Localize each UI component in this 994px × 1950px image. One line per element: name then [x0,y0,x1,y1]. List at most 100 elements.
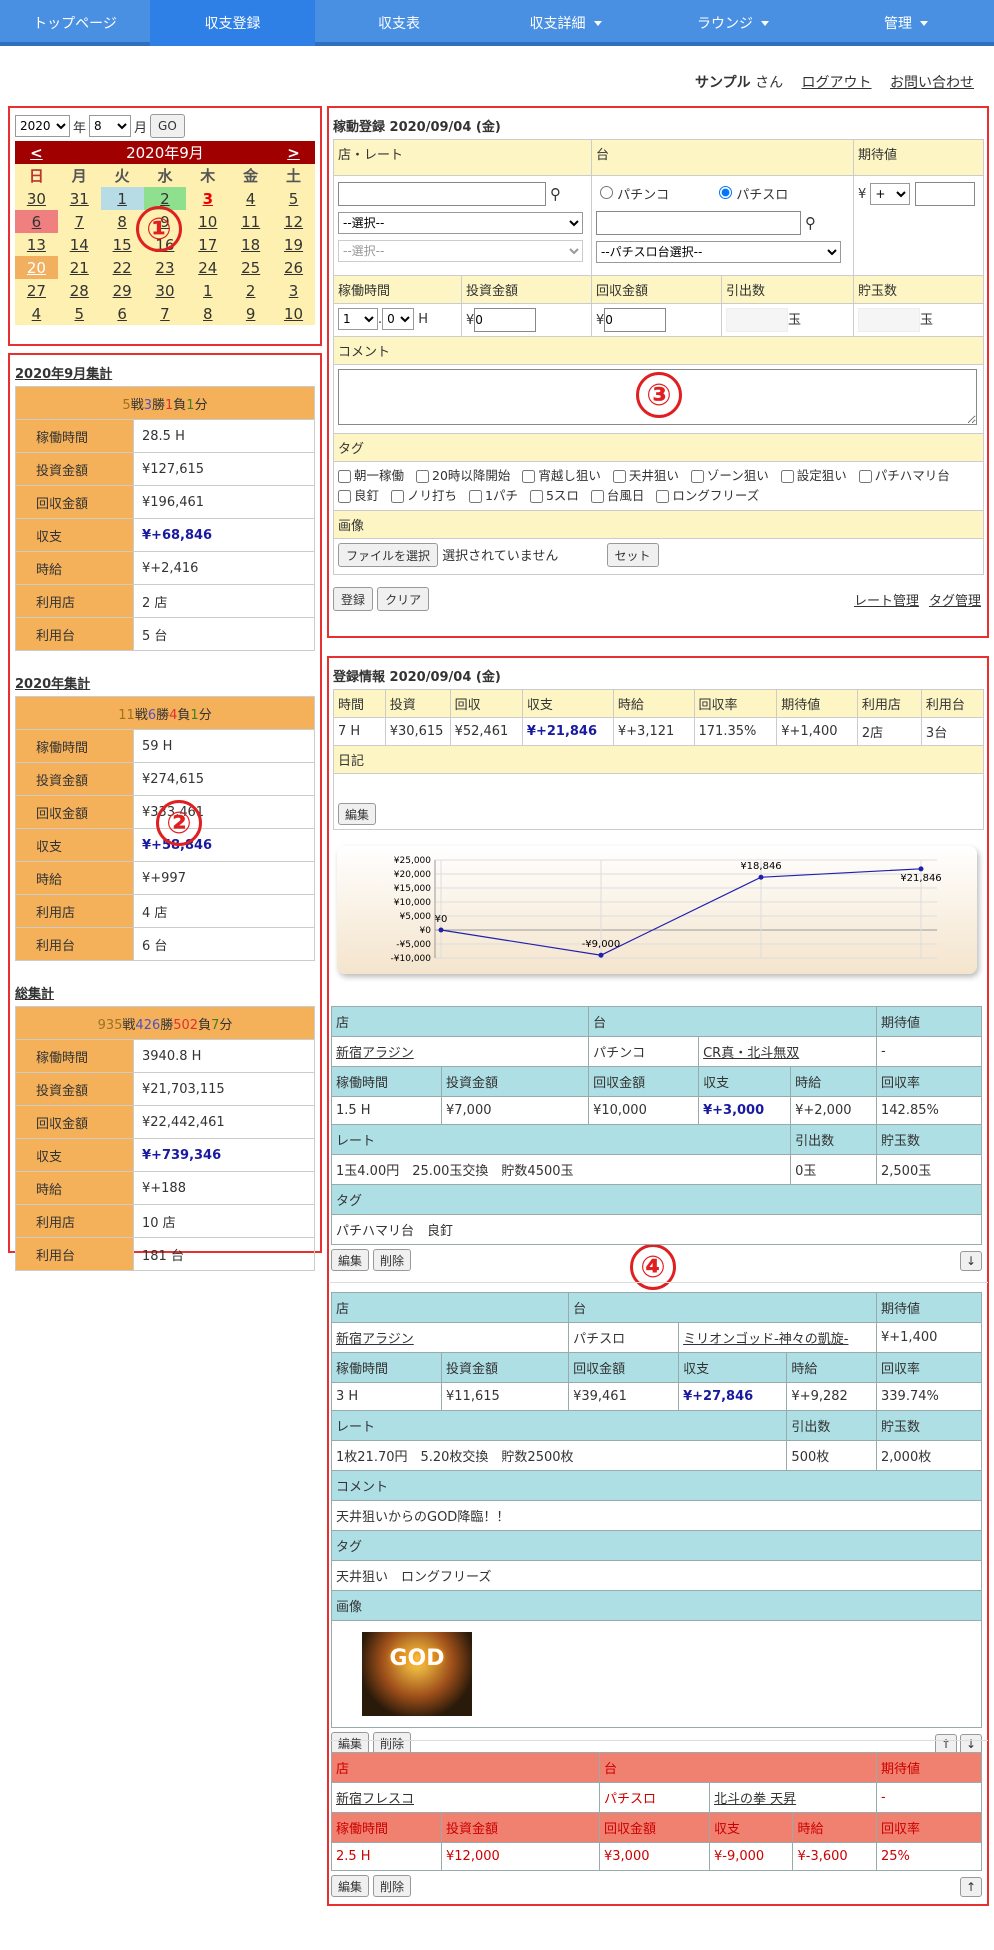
calendar-day[interactable]: 14 [58,233,101,256]
calendar-day-link[interactable]: 6 [117,305,127,323]
calendar-day-link[interactable]: 1 [117,190,127,208]
calendar-day[interactable]: 30 [15,187,58,210]
register-button[interactable]: 登録 [333,587,374,611]
go-button[interactable]: GO [150,114,185,138]
calendar-day[interactable]: 30 [144,279,187,302]
record-edit-button[interactable]: 編集 [331,1875,370,1897]
calendar-day[interactable]: 8 [186,302,229,325]
record-delete-button[interactable]: 削除 [373,1249,412,1271]
tag-checkbox[interactable]: 20時以降開始 [416,468,510,483]
tag-checkbox[interactable]: 1パチ [469,488,518,503]
calendar-day[interactable]: 7 [144,302,187,325]
logout-link[interactable]: ログアウト [802,75,872,91]
nav-detail[interactable]: 収支詳細 [483,0,648,46]
calendar-day[interactable]: 9 [229,302,272,325]
machine-select[interactable]: --パチスロ台選択-- [596,241,841,263]
calendar-day[interactable]: 5 [58,302,101,325]
machine-link[interactable]: 北斗の拳 天昇 [709,1782,877,1813]
tag-checkbox[interactable]: 台風日 [590,488,644,503]
calendar-day-link[interactable]: 30 [155,282,174,300]
calendar-day[interactable]: 26 [272,256,315,279]
calendar-day-link[interactable]: 9 [246,305,256,323]
calendar-day[interactable]: 10 [272,302,315,325]
nav-register[interactable]: 収支登録 [150,0,315,46]
record-delete-button[interactable]: 削除 [373,1732,412,1754]
diary-edit-button[interactable]: 編集 [338,803,377,825]
calendar-day-link[interactable]: 25 [241,259,260,277]
calendar-day[interactable]: 9 [144,210,187,233]
calendar-day-link[interactable]: 3 [203,190,213,208]
calendar-day-link[interactable]: 14 [70,236,89,254]
calendar-day[interactable]: 11 [229,210,272,233]
move-down-button[interactable]: ↓ [960,1251,982,1271]
tag-checkbox[interactable]: 天井狙い [612,468,679,483]
expect-input[interactable] [914,182,975,206]
calendar-day[interactable]: 12 [272,210,315,233]
calendar-day[interactable]: 24 [186,256,229,279]
calendar-day[interactable]: 17 [186,233,229,256]
calendar-day-link[interactable]: 6 [32,213,42,231]
nav-lounge[interactable]: ラウンジ [648,0,818,46]
calendar-day[interactable]: 18 [229,233,272,256]
calendar-day-link[interactable]: 23 [155,259,174,277]
calendar-day-link[interactable]: 16 [155,236,174,254]
pachislot-radio[interactable]: パチスロ [719,184,788,203]
calendar-day[interactable]: 2 [143,187,187,210]
tag-checkbox[interactable]: 良釘 [338,488,379,503]
calendar-day[interactable]: 25 [229,256,272,279]
calendar-day[interactable]: 29 [101,279,144,302]
calendar-day-link[interactable]: 31 [70,190,89,208]
calendar-day-link[interactable]: 30 [27,190,46,208]
calendar-day-link[interactable]: 20 [27,259,46,277]
calendar-day-link[interactable]: 27 [27,282,46,300]
set-button[interactable]: セット [606,543,659,567]
calendar-day-link[interactable]: 13 [27,236,46,254]
calendar-day[interactable]: 8 [101,210,144,233]
nav-admin[interactable]: 管理 [818,0,994,46]
record-edit-button[interactable]: 編集 [331,1732,370,1754]
search-icon[interactable]: ⚲ [805,214,816,232]
machine-input[interactable] [596,211,801,235]
calendar-day[interactable]: 6 [15,210,58,233]
calendar-day[interactable]: 5 [272,187,315,210]
minute-select[interactable]: 0 [382,308,415,330]
calendar-day-link[interactable]: 9 [160,213,170,231]
tag-checkbox[interactable]: 宵越し狙い [522,468,601,483]
calendar-day[interactable]: 20 [15,256,58,279]
store-select[interactable]: --選択-- [338,212,583,234]
calendar-day-link[interactable]: 5 [74,305,84,323]
calendar-day[interactable]: 31 [58,187,101,210]
calendar-day[interactable]: 3 [272,279,315,302]
calendar-day-link[interactable]: 10 [198,213,217,231]
move-up-button[interactable]: ↑ [935,1734,957,1754]
store-link[interactable]: 新宿アラジン [330,1036,590,1067]
calendar-day-link[interactable]: 1 [203,282,213,300]
calendar-day-link[interactable]: 22 [113,259,132,277]
calendar-day-link[interactable]: 2 [160,190,170,208]
calendar-day-link[interactable]: 4 [32,305,42,323]
machine-link[interactable]: ミリオンゴッド-神々の凱旋- [678,1322,877,1353]
machine-link[interactable]: CR真・北斗無双 [698,1036,877,1067]
contact-link[interactable]: お問い合わせ [890,75,974,91]
file-select-button[interactable]: ファイルを選択 [338,543,439,567]
tag-checkbox[interactable]: 設定狙い [780,468,847,483]
nav-table[interactable]: 収支表 [315,0,483,46]
calendar-day-link[interactable]: 5 [289,190,299,208]
calendar-day[interactable]: 16 [144,233,187,256]
next-month-button[interactable]: > [272,141,315,164]
calendar-day[interactable]: 28 [58,279,101,302]
move-up-button[interactable]: ↑ [960,1877,982,1897]
calendar-day[interactable]: 2 [229,279,272,302]
calendar-day-link[interactable]: 26 [284,259,303,277]
calendar-day-link[interactable]: 19 [284,236,303,254]
calendar-day[interactable]: 19 [272,233,315,256]
calendar-day-link[interactable]: 15 [113,236,132,254]
calendar-day-link[interactable]: 7 [74,213,84,231]
calendar-day-link[interactable]: 4 [246,190,256,208]
draw-input[interactable] [726,308,788,332]
invest-input[interactable] [474,308,537,332]
calendar-day-link[interactable]: 21 [70,259,89,277]
comment-textarea[interactable] [338,369,977,425]
month-select[interactable]: 8 [89,115,132,137]
recover-input[interactable] [604,308,667,332]
